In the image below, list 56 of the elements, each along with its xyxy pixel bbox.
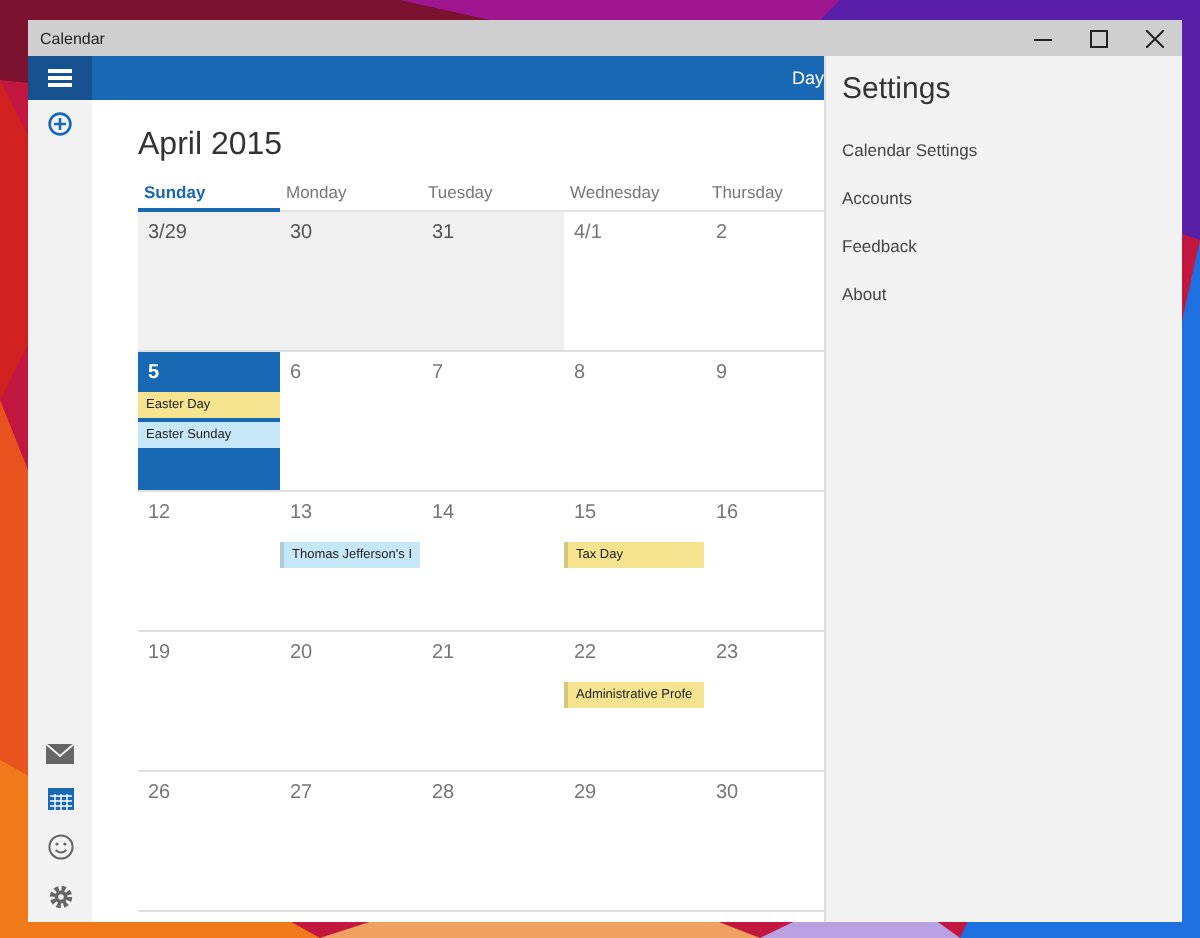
- calendar-icon[interactable]: [47, 788, 73, 810]
- day-cell[interactable]: 26: [138, 772, 280, 912]
- menu-icon[interactable]: [48, 68, 72, 88]
- day-cell[interactable]: 19: [138, 632, 280, 772]
- date-number: 19: [146, 640, 173, 668]
- add-icon[interactable]: [48, 112, 72, 136]
- date-number: 12: [146, 500, 173, 528]
- settings-title: Settings: [842, 72, 951, 106]
- smiley-icon[interactable]: [47, 834, 73, 860]
- date-number: 6: [288, 360, 304, 388]
- date-number: 29: [572, 780, 599, 808]
- date-number: 21: [430, 640, 457, 668]
- view-label[interactable]: Day: [791, 68, 824, 88]
- menu-button[interactable]: [28, 56, 92, 100]
- day-cell[interactable]: 20: [280, 632, 422, 772]
- date-number: 22: [572, 640, 599, 668]
- day-cell[interactable]: 4/1: [564, 212, 706, 352]
- day-cell[interactable]: 6: [280, 352, 422, 492]
- date-number: 16: [714, 500, 741, 528]
- date-number: 30: [714, 780, 741, 808]
- settings-item[interactable]: Accounts: [842, 174, 912, 222]
- date-number: 5: [146, 360, 162, 388]
- date-number: 3/29: [146, 220, 189, 248]
- mail-icon[interactable]: [46, 744, 74, 764]
- day-cell[interactable]: 3/29: [138, 212, 280, 352]
- weekday-header: Wednesday: [564, 176, 706, 212]
- day-cell[interactable]: 28: [422, 772, 564, 912]
- day-cell[interactable]: 30: [280, 212, 422, 352]
- day-cell[interactable]: 29: [564, 772, 706, 912]
- maximize-icon[interactable]: [1089, 29, 1107, 47]
- date-number: 31: [430, 220, 457, 248]
- date-number: 13: [288, 500, 315, 528]
- date-number: 15: [572, 500, 599, 528]
- date-number: 27: [288, 780, 315, 808]
- date-number: 8: [572, 360, 588, 388]
- date-number: 9: [714, 360, 730, 388]
- settings-item[interactable]: About: [842, 270, 887, 318]
- day-cell[interactable]: 27: [280, 772, 422, 912]
- date-number: 4/1: [572, 220, 604, 248]
- settings-item[interactable]: Calendar Settings: [842, 126, 978, 174]
- day-cell[interactable]: 8: [564, 352, 706, 492]
- window-title: Calendar: [38, 29, 107, 47]
- date-number: 20: [288, 640, 315, 668]
- settings-icon[interactable]: [47, 884, 73, 910]
- date-number: 30: [288, 220, 315, 248]
- date-number: 28: [430, 780, 457, 808]
- date-number: 14: [430, 500, 457, 528]
- settings-item[interactable]: Feedback: [842, 222, 917, 270]
- date-number: 26: [146, 780, 173, 808]
- day-cell[interactable]: 7: [422, 352, 564, 492]
- month-title: April 2015: [138, 128, 283, 164]
- day-cell[interactable]: 31: [422, 212, 564, 352]
- close-icon[interactable]: [1145, 29, 1163, 47]
- date-number: 2: [714, 220, 730, 248]
- date-number: 7: [430, 360, 446, 388]
- date-number: 23: [714, 640, 741, 668]
